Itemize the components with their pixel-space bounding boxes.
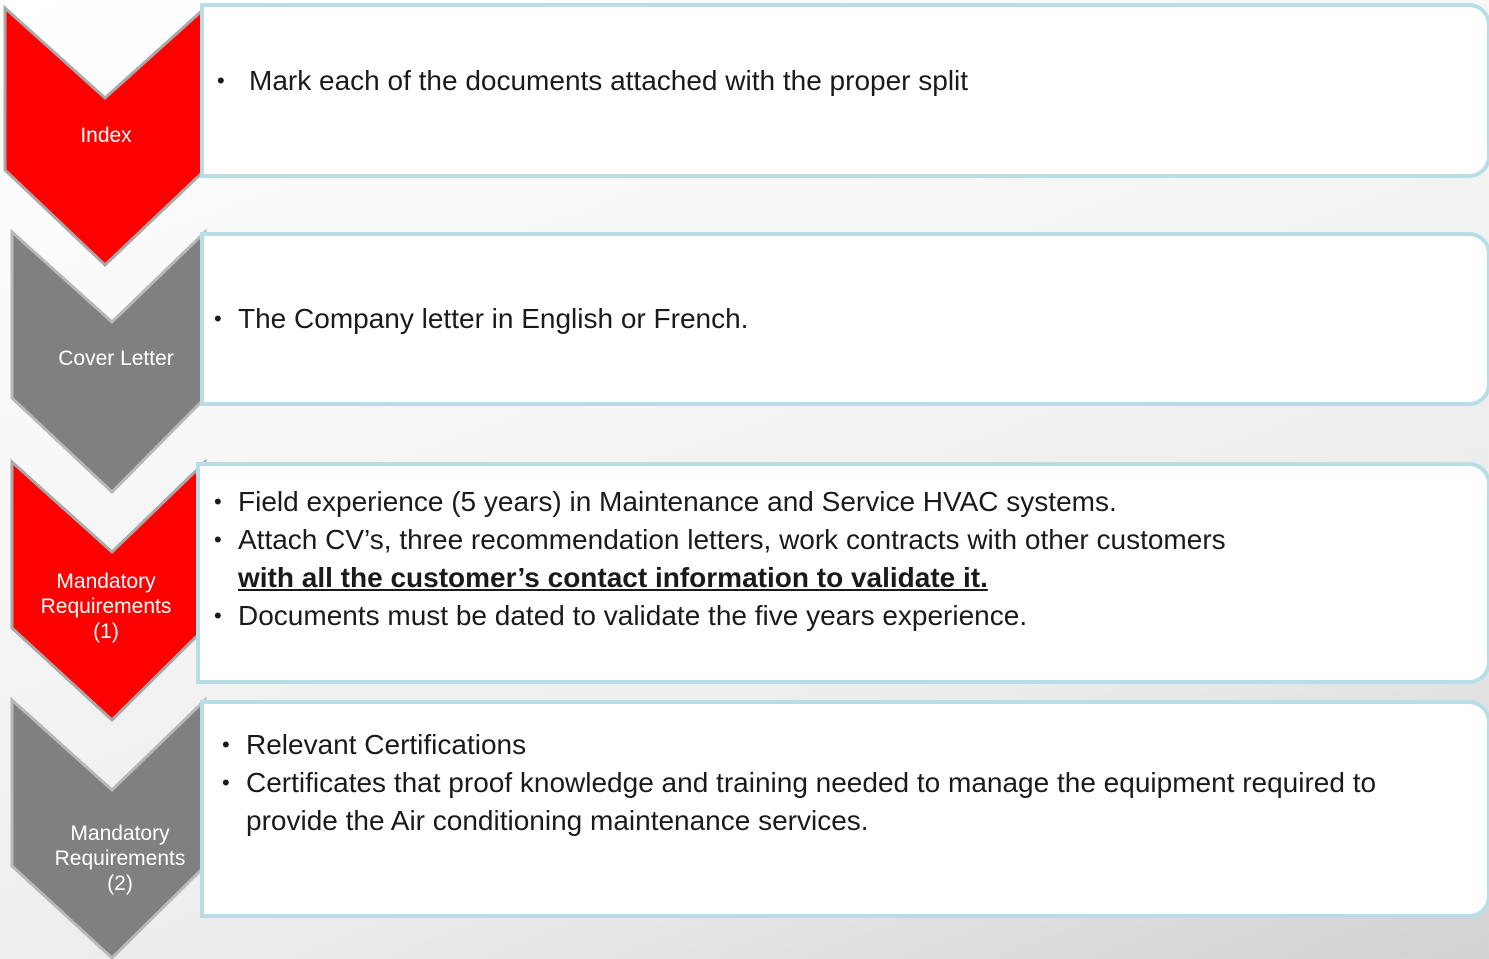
bullet-emphasis: with all the customer’s contact informat… bbox=[238, 562, 988, 593]
step-box-index: • Mark each of the documents attached wi… bbox=[200, 3, 1489, 178]
step-box-cover-letter: • The Company letter in English or Frenc… bbox=[200, 232, 1489, 406]
step-label-cover-letter: Cover Letter bbox=[58, 347, 174, 370]
bullet-list: • The Company letter in English or Frenc… bbox=[214, 300, 748, 338]
bullet-item: • Certificates that proof knowledge and … bbox=[222, 764, 1382, 840]
bullet-icon: • bbox=[214, 603, 222, 628]
bullet-item: • Documents must be dated to validate th… bbox=[214, 597, 1424, 635]
bullet-text: The Company letter in English or French. bbox=[238, 303, 749, 334]
bullet-item: • Field experience (5 years) in Maintena… bbox=[214, 483, 1424, 521]
bullet-list: • Relevant Certifications • Certificates… bbox=[222, 726, 1382, 840]
step-label-index: Index bbox=[80, 124, 132, 147]
step-label-mandatory-1: Mandatory Requirements (1) bbox=[40, 570, 172, 643]
bullet-icon: • bbox=[214, 306, 222, 331]
bullet-icon: • bbox=[214, 527, 222, 552]
bullet-text: Field experience (5 years) in Maintenanc… bbox=[238, 486, 1117, 517]
bullet-text: Relevant Certifications bbox=[246, 729, 527, 760]
step-box-mandatory-1: • Field experience (5 years) in Maintena… bbox=[196, 462, 1489, 684]
bullet-icon: • bbox=[222, 732, 230, 757]
bullet-icon: • bbox=[214, 489, 222, 514]
bullet-list: • Field experience (5 years) in Maintena… bbox=[214, 483, 1424, 635]
bullet-item: • The Company letter in English or Frenc… bbox=[214, 300, 748, 338]
bullet-item: • Relevant Certifications bbox=[222, 726, 1382, 764]
step-box-mandatory-2: • Relevant Certifications • Certificates… bbox=[200, 700, 1489, 918]
bullet-text: Attach CV’s, three recommendation letter… bbox=[238, 524, 1226, 555]
bullet-list: • Mark each of the documents attached wi… bbox=[217, 62, 968, 100]
bullet-item: • Mark each of the documents attached wi… bbox=[217, 62, 968, 100]
bullet-icon: • bbox=[222, 770, 230, 795]
bullet-icon: • bbox=[217, 68, 225, 93]
process-diagram: Index • Mark each of the documents attac… bbox=[0, 0, 1489, 959]
bullet-item: • Attach CV’s, three recommendation lett… bbox=[214, 521, 1424, 597]
bullet-text: Documents must be dated to validate the … bbox=[238, 600, 1028, 631]
step-label-mandatory-2: Mandatory Requirements (2) bbox=[54, 822, 186, 895]
bullet-text: Mark each of the documents attached with… bbox=[249, 65, 969, 96]
bullet-text: Certificates that proof knowledge and tr… bbox=[246, 767, 1377, 836]
